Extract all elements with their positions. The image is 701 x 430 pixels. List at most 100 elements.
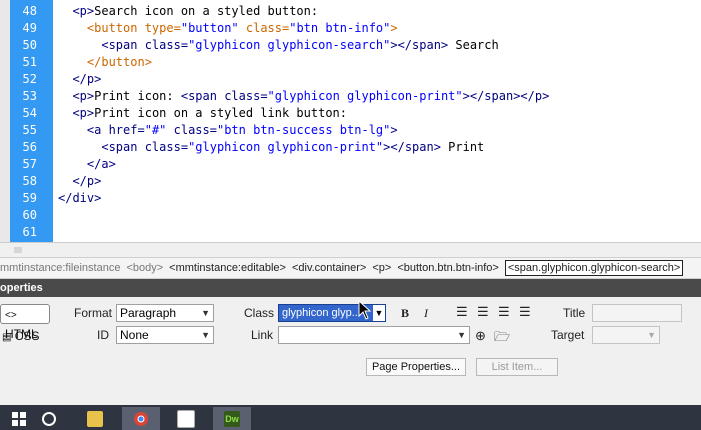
code-token: <span: [180, 89, 217, 103]
code-line[interactable]: <p>Print icon on a styled link button:: [58, 105, 347, 122]
id-select[interactable]: None ▼: [116, 326, 214, 344]
code-line[interactable]: <span class="glyphicon glyphicon-print">…: [58, 139, 484, 156]
link-input[interactable]: ▼: [278, 326, 470, 344]
format-select[interactable]: Paragraph ▼: [116, 304, 214, 322]
code-line[interactable]: </div>: [58, 190, 101, 207]
tag-selector-item[interactable]: <button.btn.btn-info>: [397, 258, 499, 278]
tag-selector-item[interactable]: <span.glyphicon.glyphicon-search>: [504, 260, 684, 276]
point-to-file-icon[interactable]: ⊕: [475, 328, 486, 344]
id-label: ID: [97, 328, 109, 342]
code-token: <span: [101, 140, 138, 154]
code-token: Print icon on a styled link button:: [94, 106, 348, 120]
taskbar: Dw: [0, 405, 701, 430]
format-value: Paragraph: [120, 306, 177, 320]
tag-selector-item[interactable]: mmtinstance:fileinstance: [0, 258, 120, 278]
code-token: class=: [238, 21, 290, 35]
code-token: <span: [101, 38, 138, 52]
line-number: 49: [22, 21, 37, 35]
line-number: 52: [22, 72, 37, 86]
chrome-icon: [134, 411, 148, 426]
code-token: "glyphicon glyphicon-print": [267, 89, 463, 103]
tag-selector-item[interactable]: <body>: [126, 258, 163, 278]
code-token: Search icon on a styled button:: [94, 4, 319, 18]
code-line[interactable]: <p>Search icon on a styled button:: [58, 3, 318, 20]
code-token: ></span>: [390, 38, 449, 52]
code-token: Search: [448, 38, 499, 52]
indent-icon[interactable]: ☰: [519, 304, 531, 320]
outdent-icon[interactable]: ☰: [498, 304, 510, 320]
taskbar-file-explorer[interactable]: [76, 407, 114, 430]
line-number: 56: [22, 140, 37, 154]
line-number: 60: [22, 208, 37, 222]
code-token: class=: [166, 123, 217, 137]
code-line[interactable]: </p>: [58, 173, 101, 190]
list-item-button[interactable]: List Item...: [476, 358, 558, 376]
line-number-column: 48 49 50 51 52 53 54 55 56 57 58 59 60 61: [10, 0, 53, 242]
code-token: <p>: [72, 4, 95, 18]
code-line[interactable]: </button>: [58, 54, 152, 71]
code-token: <p>: [72, 106, 95, 120]
code-line[interactable]: <button type="button" class="btn btn-inf…: [58, 20, 398, 37]
code-token: ></span></p>: [462, 89, 550, 103]
horizontal-scrollbar[interactable]: [0, 242, 701, 257]
cortana-button[interactable]: [30, 407, 68, 430]
page-properties-button[interactable]: Page Properties...: [366, 358, 466, 376]
ordered-list-icon[interactable]: ☰: [477, 304, 489, 320]
target-select[interactable]: ▼: [592, 326, 660, 344]
tag-selector-item[interactable]: <p>: [372, 258, 391, 278]
target-label: Target: [551, 328, 585, 342]
code-token: Print: [440, 140, 485, 154]
title-label: Title: [563, 306, 586, 320]
code-token: "btn btn-success btn-lg": [216, 123, 391, 137]
code-token: </p>: [72, 72, 102, 86]
line-number: 61: [22, 225, 37, 239]
taskbar-dreamweaver[interactable]: Dw: [213, 407, 251, 430]
chevron-down-icon: ▼: [457, 330, 466, 340]
line-number: 59: [22, 191, 37, 205]
scroll-left-arrow[interactable]: [14, 247, 22, 253]
line-number: 53: [22, 89, 37, 103]
code-token: Print icon:: [94, 89, 181, 103]
code-brackets-icon: <>: [5, 310, 17, 321]
cortana-icon: [42, 411, 56, 426]
id-value: None: [120, 328, 149, 342]
code-line[interactable]: <span class="glyphicon glyphicon-search"…: [58, 37, 499, 54]
css-icon: ▤: [2, 332, 12, 343]
tag-selector-item[interactable]: <div.container>: [292, 258, 366, 278]
code-line[interactable]: </p>: [58, 71, 101, 88]
code-token: </div>: [58, 191, 102, 205]
code-line[interactable]: <a href="#" class="btn btn-success btn-l…: [58, 122, 398, 139]
code-line[interactable]: <p>Print icon: <span class="glyphicon gl…: [58, 88, 549, 105]
code-line[interactable]: </a>: [58, 156, 116, 173]
class-label: Class: [244, 306, 275, 320]
css-mode-button[interactable]: ▤ CSS: [2, 329, 39, 343]
title-input[interactable]: [592, 304, 682, 322]
code-editor[interactable]: 48 49 50 51 52 53 54 55 56 57 58 59 60 61 <p>Search i…: [0, 0, 701, 242]
class-value: glyphicon glyp...: [282, 307, 361, 319]
italic-button[interactable]: I: [424, 306, 428, 321]
tag-selector-item[interactable]: <mmtinstance:editable>: [169, 258, 286, 278]
bold-button[interactable]: B: [401, 306, 409, 321]
code-token: </a>: [86, 157, 116, 171]
properties-panel: <> HTML ▤ CSS Format Paragraph ▼ ID None…: [0, 297, 701, 405]
code-token: class=: [216, 89, 268, 103]
chevron-down-icon: ▼: [201, 330, 210, 340]
code-token: <a: [86, 123, 102, 137]
tag-selector-bar: mmtinstance:fileinstance <body> <mmtinstan…: [0, 257, 701, 279]
folder-icon[interactable]: 🗁: [494, 328, 510, 350]
code-token: "#": [144, 123, 167, 137]
code-token: class=: [137, 38, 189, 52]
taskbar-chrome[interactable]: [122, 407, 160, 430]
unordered-list-icon[interactable]: ☰: [456, 304, 468, 320]
format-label: Format: [74, 306, 113, 320]
link-label: Link: [251, 328, 274, 342]
taskbar-calculator[interactable]: [167, 407, 205, 430]
html-mode-button[interactable]: <> HTML: [0, 304, 50, 341]
code-token: </p>: [72, 174, 102, 188]
